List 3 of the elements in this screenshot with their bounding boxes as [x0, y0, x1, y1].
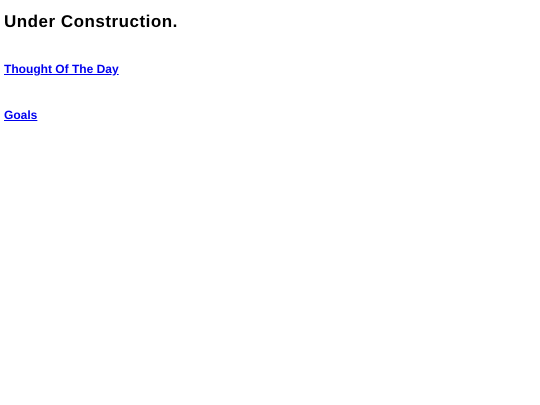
page-heading: Under Construction.	[4, 12, 178, 32]
page-link[interactable]: Thought Of The Day	[4, 62, 119, 76]
page-link[interactable]: Goals	[4, 108, 38, 122]
